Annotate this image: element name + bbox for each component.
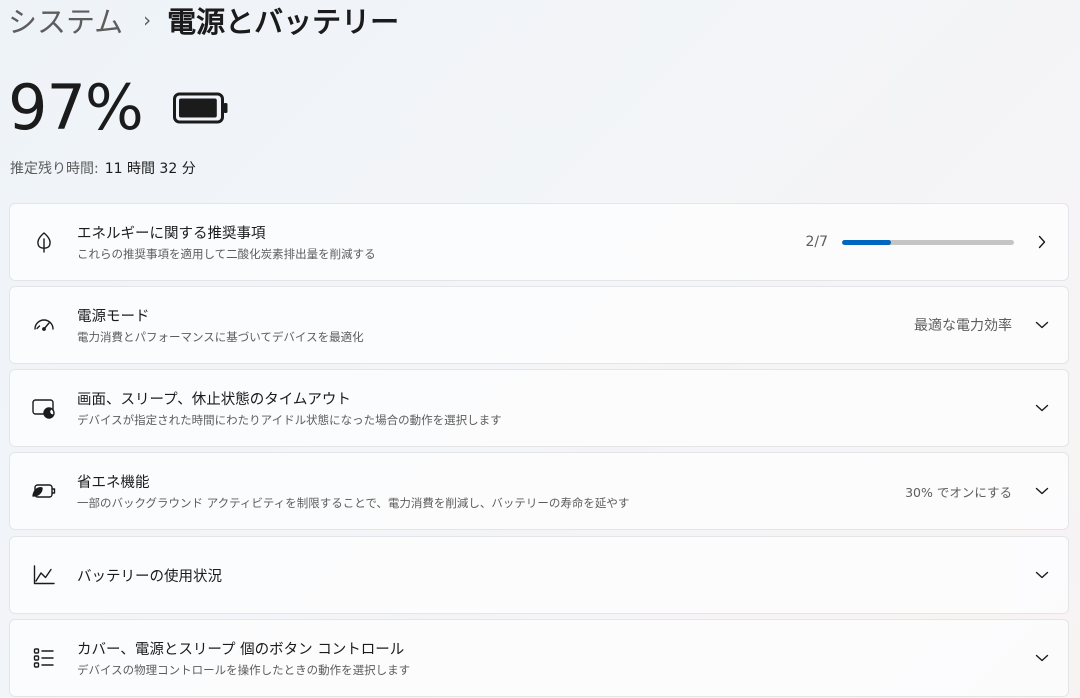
energy-recommendations-desc: これらの推奨事項を適用して二酸化炭素排出量を削減する: [77, 247, 376, 261]
chevron-down-icon: [1034, 650, 1050, 666]
energy-progress: 2/7: [805, 234, 1014, 250]
battery-summary: 97%: [8, 71, 229, 144]
remaining-time-value: 11 時間 32 分: [104, 161, 196, 177]
power-mode-dropdown[interactable]: 最適な電力効率: [914, 315, 1012, 335]
remaining-time: 推定残り時間: 11 時間 32 分: [10, 158, 196, 178]
energy-progress-fill: [842, 239, 892, 245]
chevron-down-icon: [1034, 567, 1050, 583]
battery-usage-card[interactable]: バッテリーの使用状況: [9, 536, 1069, 614]
chart-icon: [30, 561, 58, 589]
energy-saver-desc: 一部のバックグラウンド アクティビティを制限することで、電力消費を削減し、バッテ…: [77, 496, 630, 510]
battery-saver-icon: [30, 477, 58, 505]
breadcrumb-separator: ›: [143, 8, 152, 32]
power-mode-desc: 電力消費とパフォーマンスに基づいてデバイスを最適化: [77, 330, 364, 344]
chevron-down-icon: [1034, 483, 1050, 499]
energy-progress-label: 2/7: [805, 234, 828, 250]
energy-recommendations-title: エネルギーに関する推奨事項: [77, 226, 266, 242]
energy-saver-threshold: 30% でオンにする: [905, 484, 1012, 500]
power-mode-card[interactable]: 電源モード 電力消費とパフォーマンスに基づいてデバイスを最適化 最適な電力効率: [9, 286, 1069, 364]
lid-buttons-desc: デバイスの物理コントロールを操作したときの動作を選択します: [77, 663, 411, 677]
screen-sleep-title: 画面、スリープ、休止状態のタイムアウト: [77, 392, 351, 408]
screen-sleep-icon: [30, 394, 58, 422]
page-title: 電源とバッテリー: [167, 5, 400, 39]
chevron-down-icon: [1034, 317, 1050, 333]
chevron-right-icon: [1034, 234, 1050, 250]
leaf-icon: [30, 228, 58, 256]
battery-icon: [172, 92, 229, 128]
chevron-down-icon: [1034, 400, 1050, 416]
screen-sleep-card[interactable]: 画面、スリープ、休止状態のタイムアウト デバイスが指定された時間にわたりアイドル…: [9, 369, 1069, 447]
energy-progress-bar: [842, 239, 1014, 245]
energy-saver-card[interactable]: 省エネ機能 一部のバックグラウンド アクティビティを制限することで、電力消費を削…: [9, 452, 1069, 530]
list-icon: [30, 644, 58, 672]
battery-percentage: 97%: [8, 70, 144, 144]
breadcrumb-parent-system[interactable]: システム: [8, 0, 123, 41]
energy-recommendations-card[interactable]: エネルギーに関する推奨事項 これらの推奨事項を適用して二酸化炭素排出量を削減する…: [9, 203, 1069, 281]
remaining-time-label: 推定残り時間:: [10, 161, 99, 177]
breadcrumb: システム › 電源とバッテリー: [8, 0, 399, 40]
lid-buttons-title: カバー、電源とスリープ 個のボタン コントロール: [77, 642, 405, 658]
power-mode-title: 電源モード: [77, 309, 150, 325]
screen-sleep-desc: デバイスが指定された時間にわたりアイドル状態になった場合の動作を選択します: [77, 413, 502, 427]
lid-buttons-card[interactable]: カバー、電源とスリープ 個のボタン コントロール デバイスの物理コントロールを操…: [9, 619, 1069, 697]
gauge-icon: [30, 311, 58, 339]
battery-usage-title: バッテリーの使用状況: [77, 568, 222, 585]
energy-saver-title: 省エネ機能: [77, 475, 150, 491]
